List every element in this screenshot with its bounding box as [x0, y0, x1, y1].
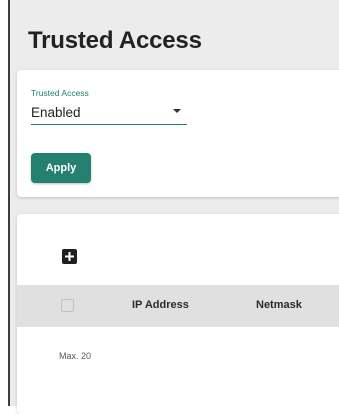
select-all-checkbox[interactable]: [61, 299, 74, 312]
add-icon[interactable]: [62, 249, 77, 264]
trusted-access-value: Enabled: [31, 105, 81, 120]
page-title: Trusted Access: [28, 27, 202, 54]
access-list-card: IP Address Netmask Max. 20: [17, 214, 339, 414]
left-border: [0, 0, 10, 406]
column-header-ip-address[interactable]: IP Address: [132, 299, 189, 311]
settings-card: Trusted Access Enabled Apply: [17, 70, 339, 197]
max-entries-note: Max. 20: [59, 351, 92, 361]
trusted-access-select[interactable]: Enabled: [31, 103, 187, 125]
trusted-access-label: Trusted Access: [31, 88, 89, 98]
caret-down-icon: [173, 109, 181, 113]
table-header: IP Address Netmask: [17, 285, 339, 327]
apply-button[interactable]: Apply: [31, 153, 91, 183]
column-header-netmask[interactable]: Netmask: [256, 299, 302, 311]
